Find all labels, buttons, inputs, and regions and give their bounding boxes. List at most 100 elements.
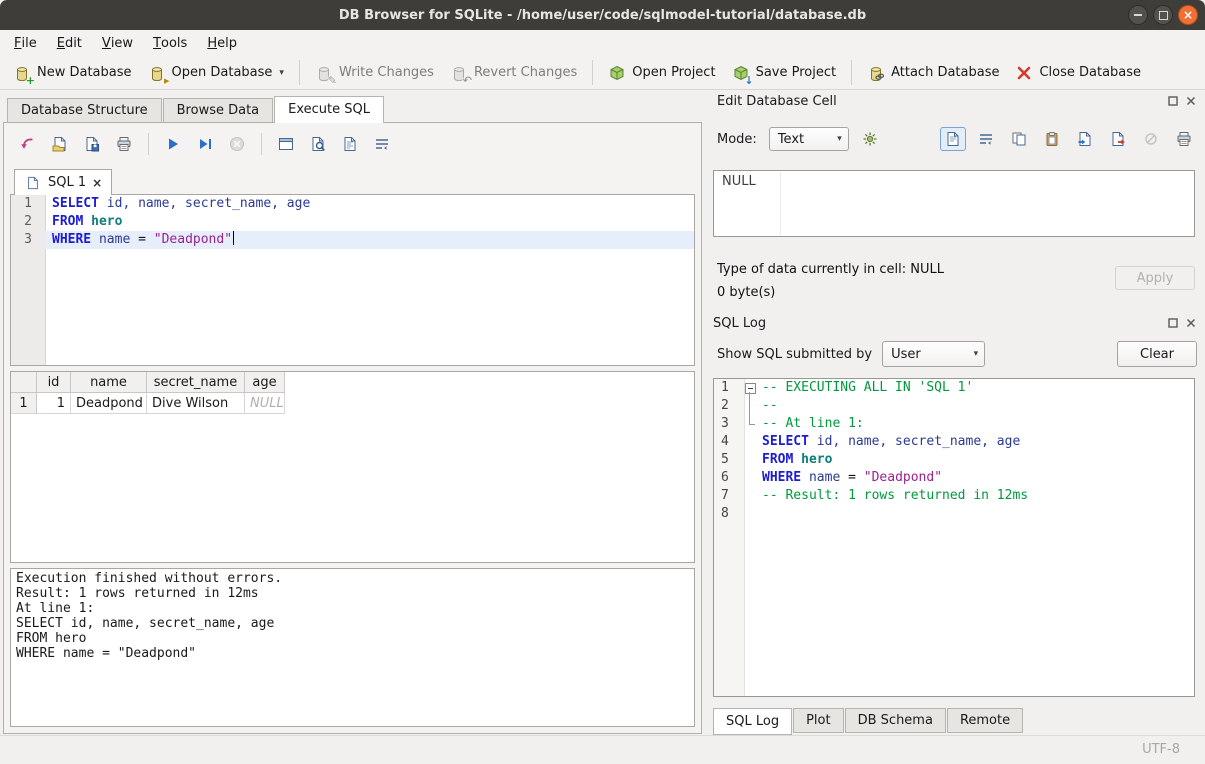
code-text[interactable]: SELECT id, name, secret_name, age [758, 433, 1194, 451]
attach-database-button[interactable]: Attach Database [859, 61, 1007, 85]
grid-corner[interactable] [11, 372, 37, 393]
cell-editor[interactable]: NULL [713, 170, 1195, 237]
execute-all-button[interactable] [159, 131, 187, 157]
fold-marker[interactable] [744, 397, 758, 415]
word-wrap-button[interactable] [973, 127, 999, 151]
tab-execute-sql[interactable]: Execute SQL [274, 96, 384, 123]
fold-marker[interactable] [744, 379, 758, 397]
mode-label: Mode: [717, 132, 757, 147]
code-text[interactable]: WHERE name = "Deadpond" [758, 469, 1194, 487]
sql-editor[interactable]: 1SELECT id, name, secret_name, age2FROM … [10, 194, 695, 366]
code-text[interactable]: WHERE name = "Deadpond" [45, 231, 694, 249]
sql-log-view[interactable]: 1-- EXECUTING ALL IN 'SQL 1'2--3-- At li… [713, 378, 1195, 697]
cell-editor-toolbar: Mode: Text ▾ [717, 126, 1197, 152]
close-dock-icon[interactable] [1186, 318, 1197, 329]
cell-name[interactable]: Deadpond [71, 393, 147, 414]
find-button[interactable] [304, 131, 332, 157]
menu-view[interactable]: View [92, 30, 143, 56]
import-button[interactable] [1072, 127, 1098, 151]
set-null-icon [1142, 130, 1160, 148]
execution-status-log[interactable]: Execution finished without errors. Resul… [10, 568, 695, 727]
column-header-age[interactable]: age [245, 372, 285, 393]
titlebar[interactable]: DB Browser for SQLite - /home/user/code/… [0, 0, 1205, 30]
encoding-label: UTF-8 [1142, 742, 1180, 757]
new-sql-tab-button[interactable] [14, 131, 42, 157]
text-mode-icon [944, 130, 962, 148]
column-header-name[interactable]: name [71, 372, 147, 393]
sql-editor-tab[interactable]: SQL 1 × [14, 169, 112, 195]
toolbar-button-label: Open Database [172, 65, 273, 80]
code-text[interactable]: -- Result: 1 rows returned in 12ms [758, 487, 1194, 505]
open-editor-window-icon [277, 135, 295, 153]
word-wrap-button[interactable] [368, 131, 396, 157]
fold-gutter [744, 451, 758, 469]
close-dock-icon[interactable] [1186, 96, 1197, 107]
bottom-tab-remote[interactable]: Remote [947, 708, 1023, 733]
log-line: 4SELECT id, name, secret_name, age [714, 433, 1194, 451]
open-database-icon: ▸ [148, 64, 166, 82]
float-dock-icon[interactable] [1168, 318, 1179, 329]
code-text[interactable]: SELECT id, name, secret_name, age [45, 195, 694, 213]
fold-marker[interactable] [744, 415, 758, 433]
save-project-button[interactable]: ↓Save Project [724, 61, 845, 85]
code-text[interactable]: FROM hero [758, 451, 1194, 469]
cell-content: NULL [722, 174, 756, 189]
clear-log-button[interactable]: Clear [1117, 341, 1197, 367]
open-database-button[interactable]: ▸Open Database▾ [140, 61, 292, 85]
paste-button[interactable] [1039, 127, 1065, 151]
tab-browse-data[interactable]: Browse Data [163, 98, 274, 122]
print-button[interactable] [110, 131, 138, 157]
format-sql-button[interactable] [336, 131, 364, 157]
submitter-combobox[interactable]: User ▾ [882, 341, 985, 367]
apply-format-button[interactable] [857, 127, 883, 151]
new-database-button[interactable]: +New Database [5, 61, 140, 85]
menu-edit[interactable]: Edit [47, 30, 92, 56]
export-button[interactable] [1105, 127, 1131, 151]
menu-tools[interactable]: Tools [143, 30, 197, 56]
code-text[interactable]: -- EXECUTING ALL IN 'SQL 1' [758, 379, 1194, 397]
column-header-secret_name[interactable]: secret_name [147, 372, 245, 393]
execute-current-line-button[interactable] [191, 131, 219, 157]
cell-id[interactable]: 1 [37, 393, 71, 414]
print-icon [115, 135, 133, 153]
save-sql-file-button[interactable] [78, 131, 106, 157]
write-changes-icon: ✎ [315, 64, 333, 82]
minimize-button[interactable] [1128, 5, 1148, 25]
cell-secret_name[interactable]: Dive Wilson [147, 393, 245, 414]
column-header-id[interactable]: id [37, 372, 71, 393]
open-editor-window-button[interactable] [272, 131, 300, 157]
new-database-icon: + [13, 64, 31, 82]
close-window-button[interactable]: × [1178, 5, 1198, 25]
code-text[interactable]: FROM hero [45, 213, 694, 231]
minimize-icon [1134, 14, 1142, 16]
bottom-tab-db-schema[interactable]: DB Schema [845, 708, 946, 733]
code-text[interactable]: -- At line 1: [758, 415, 1194, 433]
sql-tab-bar: SQL 1 × [4, 165, 701, 194]
cell-age[interactable]: NULL [245, 393, 285, 414]
open-sql-file-button[interactable] [46, 131, 74, 157]
bottom-tab-plot[interactable]: Plot [793, 708, 844, 733]
line-number: 2 [11, 213, 45, 231]
mode-combobox[interactable]: Text ▾ [769, 127, 849, 151]
toolbar-separator [851, 60, 852, 85]
bottom-tab-sql-log[interactable]: SQL Log [713, 708, 792, 735]
line-number: 1 [11, 195, 45, 213]
log-line: 5FROM hero [714, 451, 1194, 469]
close-tab-icon[interactable]: × [92, 176, 102, 190]
print-button[interactable] [1171, 127, 1197, 151]
toolbar-button-label: Revert Changes [474, 65, 577, 80]
copy-button[interactable] [1006, 127, 1032, 151]
open-project-button[interactable]: Open Project [600, 61, 723, 85]
code-text[interactable] [758, 505, 1194, 523]
menu-help[interactable]: Help [197, 30, 247, 56]
text-mode-button[interactable] [940, 127, 966, 151]
float-dock-icon[interactable] [1168, 96, 1179, 107]
tab-database-structure[interactable]: Database Structure [7, 98, 162, 122]
log-line: 8 [714, 505, 1194, 523]
row-header[interactable]: 1 [11, 393, 37, 414]
toolbar-separator [592, 60, 593, 85]
code-text[interactable]: -- [758, 397, 1194, 415]
close-database-button[interactable]: Close Database [1007, 61, 1149, 85]
menu-file[interactable]: File [4, 30, 47, 56]
maximize-button[interactable] [1153, 5, 1173, 25]
